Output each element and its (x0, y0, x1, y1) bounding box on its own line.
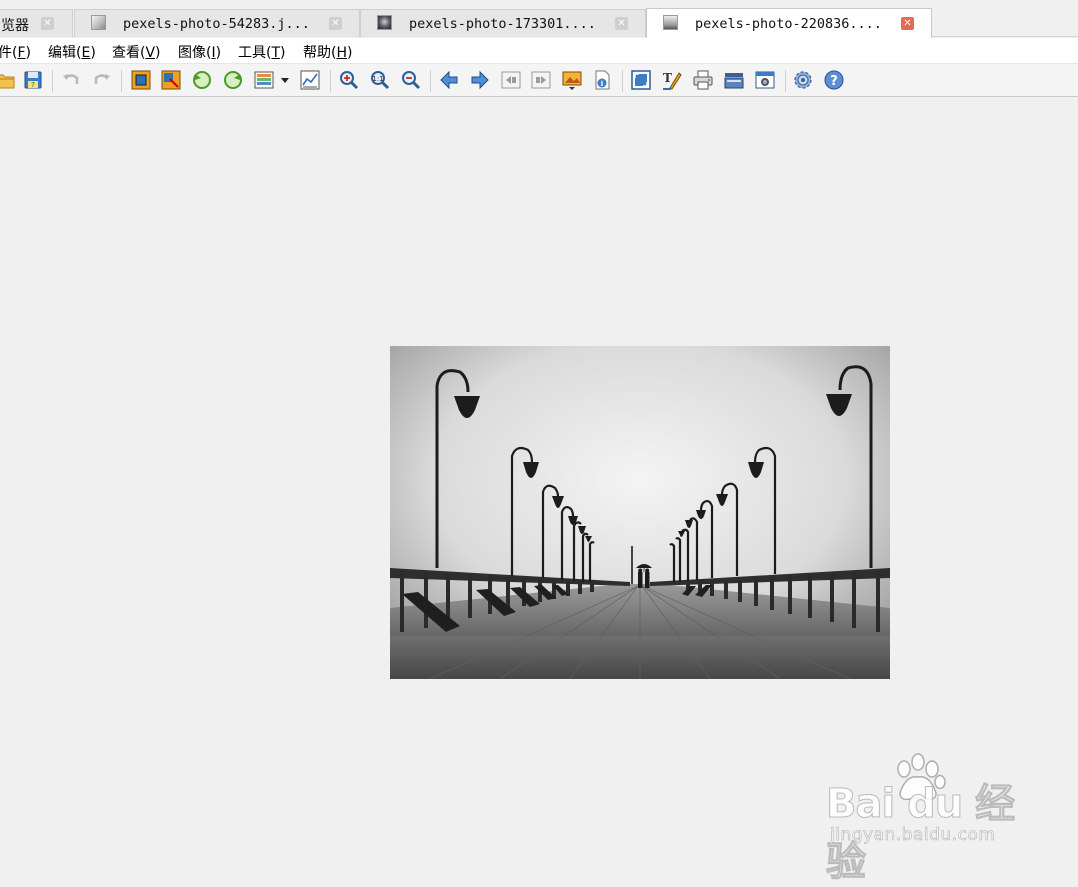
toolbar-separator (330, 70, 331, 92)
menu-label-end: ) (90, 45, 96, 61)
undo-icon[interactable] (60, 69, 82, 91)
menu-label: 图像( (178, 45, 212, 61)
tab-label: pexels-photo-220836.... (695, 16, 882, 32)
svg-text:1:1: 1:1 (372, 75, 383, 83)
menu-label-end: ) (215, 45, 222, 61)
tab-bar: 览器 ✕ pexels-photo-54283.j... ✕ pexels-ph… (0, 0, 1078, 38)
close-icon[interactable]: ✕ (41, 17, 54, 30)
svg-text:?: ? (31, 81, 35, 89)
toolbar: ? 1:1 i T ? (0, 64, 1078, 97)
menu-label-end: ) (25, 45, 31, 61)
menu-tools[interactable]: 工具(T) (238, 42, 286, 62)
menu-accelerator: F (17, 45, 26, 61)
menu-file[interactable]: 件(F) (0, 42, 31, 62)
rotate-left-icon[interactable] (191, 69, 213, 91)
previous-icon[interactable] (438, 69, 460, 91)
help-icon[interactable]: ? (823, 69, 845, 91)
capture-icon[interactable] (754, 69, 776, 91)
settings-icon[interactable] (792, 69, 814, 91)
open-folder-icon[interactable] (0, 69, 16, 91)
baidu-jingyan-watermark: Bai du 经验 jingyan.baidu.com (826, 749, 1026, 886)
menu-edit[interactable]: 编辑(E) (48, 42, 96, 62)
properties-icon[interactable]: i (591, 69, 613, 91)
menu-label-end: ) (155, 45, 161, 61)
menu-view[interactable]: 查看(V) (112, 42, 161, 62)
print-icon[interactable] (692, 69, 714, 91)
thumbnail-icon (663, 15, 678, 30)
zoom-in-icon[interactable] (338, 69, 360, 91)
menu-label: 工具( (238, 45, 272, 61)
menu-label-end: ) (347, 45, 353, 61)
tab-photo-173301[interactable]: pexels-photo-173301.... ✕ (360, 9, 646, 37)
zoom-out-icon[interactable] (400, 69, 422, 91)
toolbar-separator (121, 70, 122, 92)
menu-help[interactable]: 帮助(H) (303, 42, 352, 62)
menu-label: 查看( (112, 45, 146, 61)
toolbar-separator (785, 70, 786, 92)
close-icon[interactable]: ✕ (615, 17, 628, 30)
tab-photo-220836[interactable]: pexels-photo-220836.... ✕ (646, 8, 932, 38)
fullscreen-icon[interactable] (630, 69, 652, 91)
menu-label-end: ) (280, 45, 286, 61)
toolbar-separator (622, 70, 623, 92)
watermark-url: jingyan.baidu.com (830, 825, 996, 846)
menu-bar: 件(F) 编辑(E) 查看(V) 图像(I) 工具(T) 帮助(H) (0, 38, 1078, 64)
menu-label: 帮助( (303, 45, 337, 61)
scan-icon[interactable] (723, 69, 745, 91)
svg-text:T: T (663, 71, 672, 85)
redo-icon[interactable] (91, 69, 113, 91)
menu-image[interactable]: 图像(I) (178, 42, 221, 62)
thumbnail-icon (377, 15, 392, 30)
resize-icon[interactable] (160, 69, 182, 91)
save-icon[interactable]: ? (22, 69, 44, 91)
menu-accelerator: H (336, 45, 347, 61)
toolbar-separator (430, 70, 431, 92)
tab-label: 览器 (1, 18, 29, 34)
menu-accelerator: T (271, 45, 281, 61)
close-icon[interactable]: ✕ (901, 17, 914, 30)
menu-accelerator: V (145, 45, 156, 61)
menu-label: 编辑( (48, 45, 82, 61)
color-adjust-icon[interactable] (253, 69, 275, 91)
text-edit-icon[interactable]: T (661, 69, 683, 91)
next-icon[interactable] (469, 69, 491, 91)
tab-browser[interactable]: 览器 ✕ (0, 9, 73, 37)
tab-label: pexels-photo-173301.... (409, 16, 596, 32)
crop-icon[interactable] (130, 69, 152, 91)
zoom-actual-icon[interactable]: 1:1 (369, 69, 391, 91)
image-viewer-canvas[interactable]: Bai du 经验 jingyan.baidu.com (0, 97, 1078, 886)
first-icon[interactable] (500, 69, 522, 91)
slideshow-icon[interactable] (561, 69, 583, 91)
thumbnail-icon (91, 15, 106, 30)
tab-photo-54283[interactable]: pexels-photo-54283.j... ✕ (74, 9, 360, 37)
close-icon[interactable]: ✕ (329, 17, 342, 30)
last-icon[interactable] (530, 69, 552, 91)
displayed-photo (390, 346, 890, 679)
svg-text:i: i (601, 79, 604, 88)
menu-label: 件( (0, 45, 18, 61)
tab-label: pexels-photo-54283.j... (123, 16, 310, 32)
histogram-icon[interactable] (299, 69, 321, 91)
svg-text:?: ? (830, 74, 838, 89)
dropdown-arrow-icon[interactable] (279, 69, 291, 91)
toolbar-separator (52, 70, 53, 92)
menu-accelerator: E (81, 45, 91, 61)
rotate-right-icon[interactable] (222, 69, 244, 91)
